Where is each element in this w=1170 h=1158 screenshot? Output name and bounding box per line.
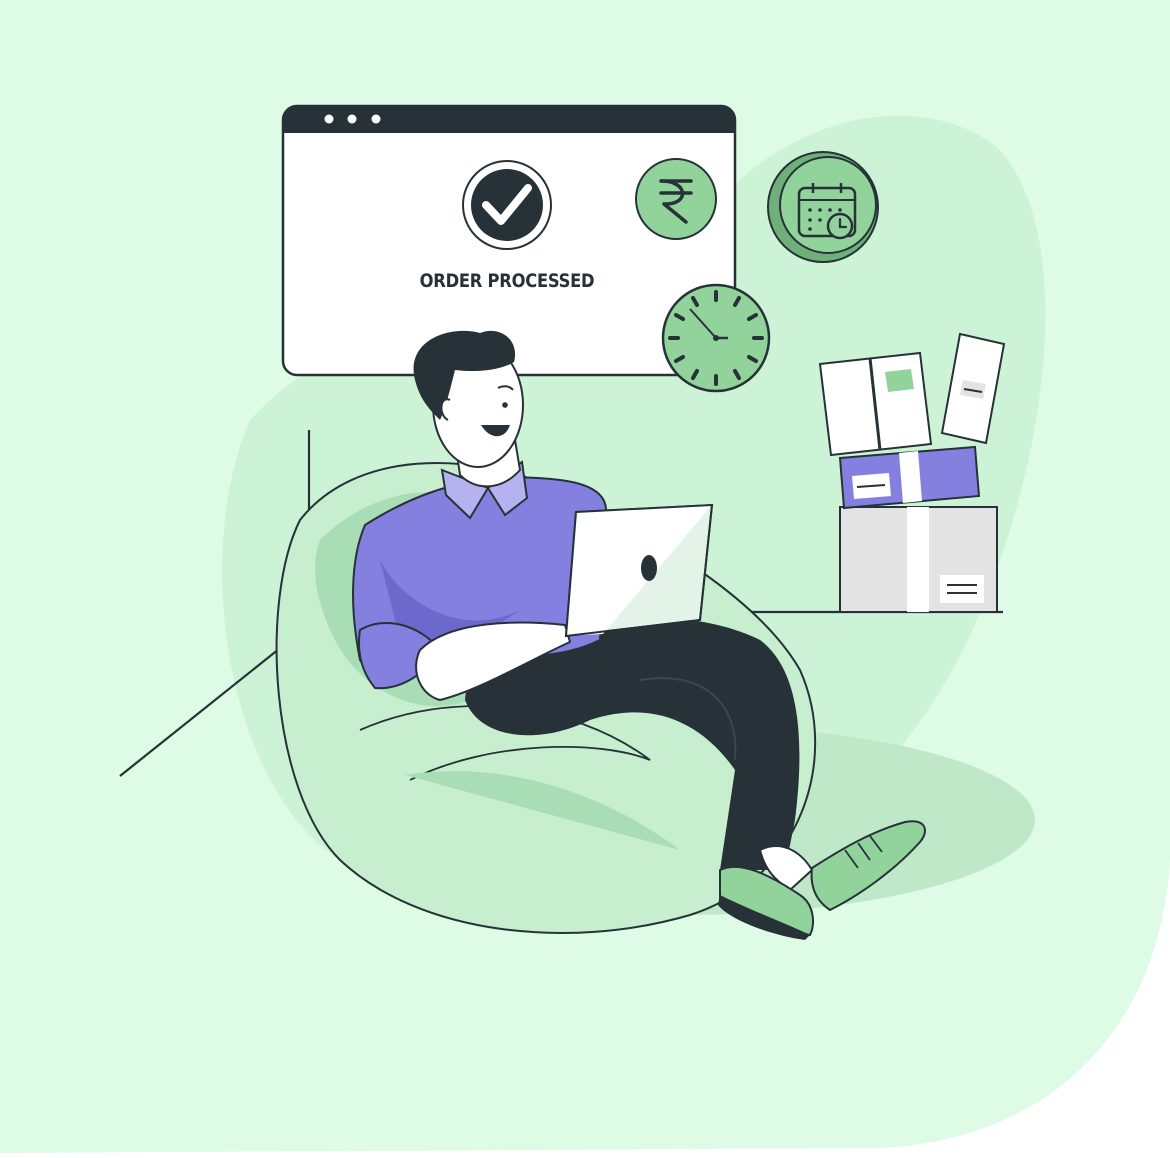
rupee-icon xyxy=(635,158,717,240)
check-circle-icon xyxy=(462,160,552,250)
package-box-large xyxy=(839,506,998,613)
package-stack xyxy=(818,332,1006,613)
package-box-white xyxy=(818,351,933,457)
order-status-text: ORDER PROCESSED xyxy=(419,270,595,292)
wall-clock-icon xyxy=(661,283,771,393)
laptop xyxy=(564,503,714,638)
laptop-logo-icon xyxy=(641,555,657,581)
package-box-purple xyxy=(838,445,981,510)
calendar-clock-icon xyxy=(767,151,879,263)
order-processed-illustration xyxy=(0,0,1170,1153)
illustration-canvas: ORDER PROCESSED xyxy=(0,0,1170,1153)
